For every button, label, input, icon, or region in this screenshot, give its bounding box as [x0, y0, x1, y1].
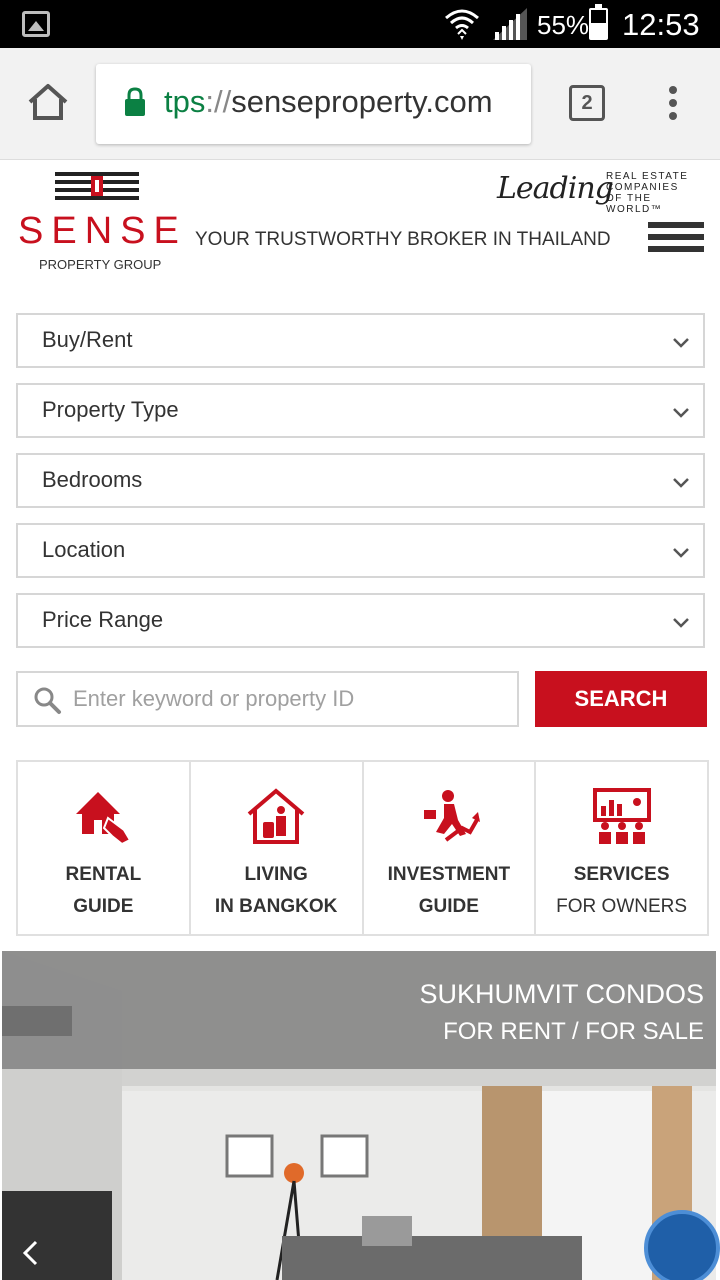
- living-in-bangkok-tile[interactable]: LIVING IN BANGKOK: [191, 762, 364, 934]
- businessman-growth-icon: [423, 790, 480, 842]
- search-button[interactable]: SEARCH: [535, 671, 707, 727]
- search-icon: [34, 687, 61, 714]
- battery-level-fill: [591, 22, 606, 38]
- logo-mark-icon: [55, 172, 139, 200]
- home-icon[interactable]: [26, 82, 70, 122]
- chevron-down-icon: [673, 408, 689, 418]
- rental-guide-tile[interactable]: RENTAL GUIDE: [18, 762, 191, 934]
- hero-caption-band: SUKHUMVIT CONDOS FOR RENT / FOR SALE: [2, 951, 716, 1069]
- leading-line-3: OF THE WORLD™: [606, 193, 663, 215]
- leading-line-2: COMPANIES: [606, 182, 679, 193]
- battery-icon: [589, 4, 608, 40]
- search-field[interactable]: [16, 671, 519, 727]
- leading-companies-logo: Leading REAL ESTATE COMPANIES OF THE WOR…: [497, 167, 702, 215]
- logo-wordmark: SENSE: [18, 210, 187, 252]
- guide-title: SERVICES: [573, 864, 670, 885]
- url-text[interactable]: tps://senseproperty.com: [164, 84, 493, 120]
- hero-slider[interactable]: SUKHUMVIT CONDOS FOR RENT / FOR SALE: [2, 951, 716, 1280]
- presentation-icon: [592, 788, 651, 844]
- investment-guide-tile[interactable]: INVESTMENT GUIDE: [364, 762, 537, 934]
- select-label: Bedrooms: [42, 467, 143, 492]
- browser-toolbar: tps://senseproperty.com 2: [0, 48, 720, 160]
- leading-line-1: REAL ESTATE: [606, 171, 689, 182]
- status-bar: 55% 12:53: [0, 0, 720, 48]
- leading-subtext: REAL ESTATE COMPANIES OF THE WORLD™: [606, 171, 702, 215]
- price-range-select[interactable]: Price Range: [16, 593, 705, 648]
- logo-subtitle: PROPERTY GROUP: [39, 257, 162, 272]
- chevron-left-icon[interactable]: [16, 1238, 46, 1268]
- signal-icon: [493, 8, 527, 40]
- chat-bubble-button[interactable]: [644, 1210, 720, 1280]
- guide-subtitle: IN BANGKOK: [214, 896, 338, 917]
- sense-logo[interactable]: SENSE PROPERTY GROUP: [18, 170, 187, 276]
- guide-title: LIVING: [244, 864, 308, 885]
- guides-row: RENTAL GUIDE LIVING IN BANGKOK INVESTMEN…: [16, 760, 709, 936]
- address-bar[interactable]: tps://senseproperty.com: [96, 64, 531, 144]
- hamburger-menu-icon[interactable]: [648, 222, 704, 256]
- hero-subtitle: FOR RENT / FOR SALE: [443, 1018, 704, 1045]
- select-label: Location: [42, 537, 126, 562]
- wifi-icon: [445, 9, 479, 40]
- overflow-menu-icon[interactable]: [667, 86, 679, 122]
- guide-title: RENTAL: [65, 864, 142, 885]
- url-scheme: tps: [164, 84, 206, 119]
- clock: 12:53: [622, 7, 700, 42]
- chevron-down-icon: [673, 478, 689, 488]
- chevron-down-icon: [673, 548, 689, 558]
- location-select[interactable]: Location: [16, 523, 705, 578]
- services-for-owners-tile[interactable]: SERVICES FOR OWNERS: [536, 762, 707, 934]
- select-label: Property Type: [42, 397, 179, 422]
- guide-subtitle: GUIDE: [73, 896, 134, 917]
- house-hand-icon: [76, 792, 132, 846]
- house-luggage-icon: [247, 788, 305, 844]
- lock-icon: [125, 87, 145, 116]
- tagline: YOUR TRUSTWORTHY BROKER IN THAILAND: [195, 229, 611, 250]
- image-notification-icon: [22, 11, 50, 37]
- chevron-down-icon: [673, 618, 689, 628]
- url-separator: ://: [205, 84, 232, 119]
- guide-subtitle: GUIDE: [418, 896, 479, 917]
- guide-subtitle: FOR OWNERS: [556, 896, 688, 917]
- hero-title: SUKHUMVIT CONDOS: [419, 979, 704, 1009]
- battery-percent: 55%: [537, 10, 590, 40]
- chevron-down-icon: [673, 338, 689, 348]
- guide-title: INVESTMENT: [387, 864, 511, 885]
- url-host: senseproperty.com: [231, 84, 493, 119]
- search-input[interactable]: [73, 679, 513, 719]
- bedrooms-select[interactable]: Bedrooms: [16, 453, 705, 508]
- buy-rent-select[interactable]: Buy/Rent: [16, 313, 705, 368]
- property-type-select[interactable]: Property Type: [16, 383, 705, 438]
- leading-script: Leading: [497, 171, 614, 206]
- tab-switcher-button[interactable]: 2: [569, 85, 605, 121]
- select-label: Price Range: [42, 607, 164, 632]
- select-label: Buy/Rent: [42, 327, 133, 352]
